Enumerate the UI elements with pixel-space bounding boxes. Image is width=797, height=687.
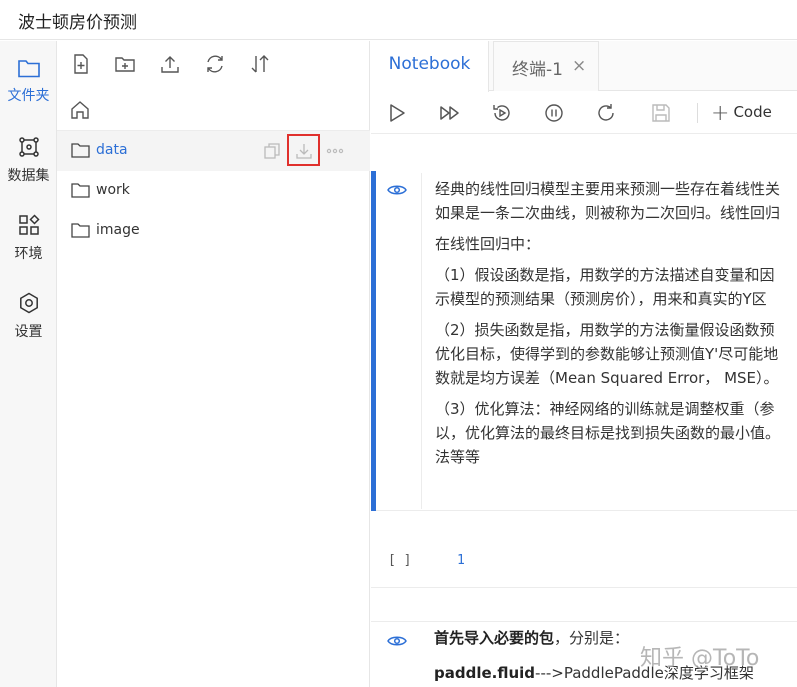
play-icon [390, 104, 405, 122]
download-icon [296, 144, 312, 159]
tab-terminal-1[interactable]: 终端-1 × [493, 41, 599, 91]
copy-button[interactable] [262, 141, 282, 161]
new-folder-icon [115, 57, 135, 72]
md-line: 法等等 [435, 448, 481, 466]
code-label: Code [733, 103, 772, 121]
md-line: （3）优化算法：神经网络的训练就是调整权重（参 [435, 400, 775, 418]
notebook-area: Notebook 终端-1 × + Code 经典的线性回归模型主要用来预测一些… [371, 41, 797, 687]
folder-icon [71, 143, 90, 158]
file-name: work [96, 182, 130, 198]
file-browser: data work image [57, 41, 370, 687]
restart-run-icon [493, 105, 510, 121]
file-row-image[interactable]: image [57, 211, 370, 251]
activity-dataset-label: 数据集 [7, 168, 50, 184]
new-file-button[interactable] [70, 53, 92, 75]
app-title: 波士顿房价预测 [18, 13, 137, 33]
md-line: 以，优化算法的最终目标是找到损失函数的最小值。 [435, 424, 781, 442]
md-line: 优化目标，使得学到的参数能够让预测值Y'尽可能地 [435, 345, 779, 363]
add-code-cell-button[interactable]: + Code [711, 101, 772, 126]
close-icon[interactable]: × [572, 56, 586, 76]
home-button[interactable] [69, 99, 91, 121]
eye-icon[interactable] [387, 183, 407, 197]
eye-icon[interactable] [387, 634, 407, 648]
file-row-work[interactable]: work [57, 171, 370, 211]
tab-label: 终端-1 [512, 60, 563, 80]
title-bar: 波士顿房价预测 [0, 0, 797, 40]
folder-icon [71, 223, 90, 238]
watermark: 知乎 @ToTo [640, 646, 760, 671]
md-line: 在线性回归中： [435, 235, 541, 253]
divider [371, 587, 797, 588]
sort-button[interactable] [249, 53, 271, 75]
restart-icon [598, 104, 614, 121]
save-button[interactable] [650, 102, 672, 124]
settings-icon [19, 292, 38, 314]
file-name: image [96, 222, 140, 238]
folder-icon [71, 183, 90, 198]
md-text: ，分别是： [554, 629, 630, 647]
file-toolbar [57, 41, 370, 85]
activity-bar: 文件夹 数据集 环境 设置 [0, 41, 57, 687]
interrupt-button[interactable] [543, 102, 565, 124]
plus-icon: + [711, 101, 730, 126]
md-line: （2）损失函数是指，用数学的方法衡量假设函数预 [435, 321, 775, 339]
download-button[interactable] [294, 141, 314, 161]
refresh-icon [207, 55, 223, 73]
cell-prompt: [ ] [388, 553, 412, 568]
line-number: 1 [457, 553, 465, 568]
dataset-icon [18, 137, 39, 157]
code-cell[interactable]: [ ] 1 [371, 541, 797, 587]
md-line: 如果是一条二次曲线，则被称为二次回归。线性回归 [435, 204, 781, 222]
file-name: data [96, 142, 128, 158]
markdown-content: 经典的线性回归模型主要用来预测一些存在着线性关 如果是一条二次曲线，则被称为二次… [421, 173, 797, 509]
toolbar-divider [697, 103, 698, 123]
more-icon [326, 148, 344, 154]
new-file-icon [74, 54, 88, 74]
activity-environment[interactable]: 环境 [0, 213, 57, 283]
tab-bar: Notebook 终端-1 × [371, 41, 797, 92]
restart-button[interactable] [595, 102, 617, 124]
more-button[interactable] [325, 141, 345, 161]
activity-settings[interactable]: 设置 [0, 291, 57, 361]
run-button[interactable] [386, 102, 408, 124]
markdown-cell[interactable]: 经典的线性回归模型主要用来预测一些存在着线性关 如果是一条二次曲线，则被称为二次… [371, 171, 797, 511]
sort-icon [251, 55, 269, 73]
pause-icon [545, 104, 563, 122]
upload-button[interactable] [159, 53, 181, 75]
save-icon [652, 104, 670, 122]
notebook-toolbar: + Code [371, 92, 797, 134]
cell-selection-bar [371, 171, 376, 511]
upload-icon [161, 56, 179, 73]
copy-icon [264, 143, 280, 159]
run-all-button[interactable] [439, 102, 461, 124]
md-bold: 首先导入必要的包 [434, 629, 555, 647]
tab-notebook[interactable]: Notebook [371, 41, 489, 92]
file-row-data[interactable]: data [57, 131, 370, 171]
activity-environment-label: 环境 [14, 246, 43, 262]
activity-folder-label: 文件夹 [7, 88, 50, 104]
activity-dataset[interactable]: 数据集 [0, 135, 57, 205]
md-line: （1）假设函数是指，用数学的方法描述自变量和因 [435, 266, 775, 284]
activity-folder[interactable]: 文件夹 [0, 57, 57, 127]
activity-settings-label: 设置 [14, 324, 43, 340]
environment-icon [18, 214, 40, 235]
run-restart-button[interactable] [491, 102, 513, 124]
md-line: 经典的线性回归模型主要用来预测一些存在着线性关 [435, 180, 781, 198]
folder-icon [17, 60, 40, 78]
md-line: 示模型的预测结果（预测房价），用来和真实的Y区 [435, 290, 767, 308]
fast-forward-icon [440, 106, 459, 120]
new-folder-button[interactable] [114, 53, 136, 75]
md-line: 数就是均方误差（Mean Squared Error， MSE）。 [435, 369, 779, 387]
md-bold: paddle.fluid [434, 664, 536, 682]
refresh-button[interactable] [204, 53, 226, 75]
home-icon [71, 101, 89, 119]
